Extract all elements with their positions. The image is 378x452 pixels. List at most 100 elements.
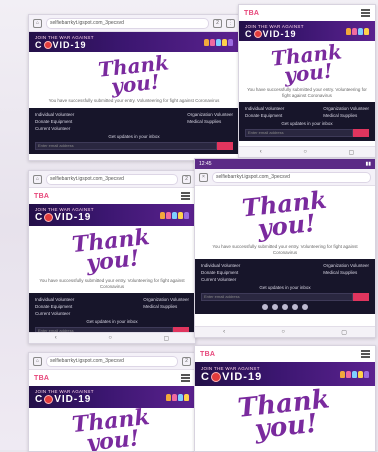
footer-link[interactable]: Individual Volunteer — [201, 263, 240, 268]
home-icon[interactable]: ⌂ — [33, 174, 42, 184]
browser-url-bar[interactable]: × selfiebarrkyt.igspot.com_3pecsvd — [195, 169, 375, 186]
crowd-illustration — [346, 27, 369, 35]
subscribe-label: Get updates in your inbox — [259, 284, 311, 290]
tabs-icon[interactable]: 2 — [213, 18, 222, 28]
virus-icon — [44, 213, 54, 222]
thank-you-area: Thank you! — [29, 224, 195, 278]
covid-banner: JOIN THE WAR AGAINST C VID-19 — [29, 204, 195, 226]
covid-banner: JOIN THE WAR AGAINST C VID-19 — [195, 362, 375, 386]
footer-link[interactable]: Individual Volunteer — [245, 106, 284, 111]
back-icon[interactable]: ‹ — [223, 329, 225, 335]
email-input[interactable]: Enter email address — [201, 292, 353, 301]
status-bar: 12:45 ▮▮ — [195, 159, 375, 169]
thank-you-heading: Thank you! — [96, 50, 170, 99]
footer-link[interactable]: Current Volunteer — [201, 277, 240, 282]
footer-link[interactable]: Current Volunteer — [35, 126, 74, 131]
home-icon[interactable]: ⌂ — [33, 18, 42, 28]
menu-icon[interactable]: ⋮ — [226, 18, 235, 28]
recent-apps-icon[interactable]: ▢ — [349, 149, 355, 156]
site-logo[interactable]: TBA — [34, 193, 49, 200]
covid-banner: JOIN THE WAR AGAINST C VID-19 — [29, 32, 239, 52]
email-input[interactable]: Enter email address — [245, 128, 353, 137]
tabs-icon[interactable]: 2 — [182, 174, 191, 184]
hamburger-menu-icon[interactable] — [181, 192, 190, 200]
site-header: TBA — [239, 5, 375, 21]
crowd-illustration — [204, 38, 233, 46]
virus-icon — [44, 395, 54, 404]
footer-link[interactable]: Medical Supplies — [143, 304, 189, 309]
subscribe-form: Enter email address — [245, 128, 369, 137]
url-field[interactable]: selfiebarrkyt.igspot.com_3pecsvd — [46, 173, 178, 185]
subscribe-label: Get updates in your inbox — [108, 133, 160, 139]
subscribe-button[interactable] — [353, 128, 369, 137]
recent-apps-icon[interactable]: ▢ — [164, 335, 170, 342]
footer-link[interactable]: Organization Volunteer — [143, 297, 189, 302]
screenshot-top-right: TBA JOIN THE WAR AGAINST C VID-19 Thank yo… — [238, 4, 376, 158]
subscribe-label: Get updates in your inbox — [86, 318, 138, 324]
crowd-illustration — [166, 393, 189, 401]
footer-link[interactable]: Donate Equipment — [35, 304, 74, 309]
footer-columns: Individual Volunteer Donate Equipment Cu… — [201, 263, 369, 282]
footer-link[interactable]: Donate Equipment — [201, 270, 240, 275]
confirmation-text: You have successfully submitted your ent… — [247, 87, 367, 98]
recent-apps-icon[interactable]: ▢ — [341, 329, 347, 336]
banner-text: JOIN THE WAR AGAINST C VID-19 — [245, 24, 304, 39]
site-logo[interactable]: TBA — [244, 10, 259, 17]
home-icon[interactable]: ○ — [281, 329, 285, 335]
back-icon[interactable]: ‹ — [55, 335, 57, 341]
browser-url-bar[interactable]: ⌂ selfiebarrkyt.igspot.com_3pecsvd 2 — [29, 353, 195, 370]
banner-title: C VID-19 — [201, 370, 263, 383]
site-header: TBA — [29, 188, 195, 204]
browser-url-bar[interactable]: ⌂ selfiebarrkyt.igspot.com_3pecsvd 2 ⋮ — [29, 15, 239, 32]
subscribe-button[interactable] — [217, 141, 233, 150]
virus-icon — [43, 40, 52, 49]
subscribe-form: Enter email address — [35, 141, 233, 150]
banner-text: JOIN THE WAR AGAINST C VID-19 — [201, 366, 262, 383]
mail-icon[interactable] — [302, 303, 308, 310]
footer-link[interactable]: Organization Volunteer — [323, 263, 369, 268]
footer-link[interactable]: Medical Supplies — [323, 270, 369, 275]
site-logo[interactable]: TBA — [34, 375, 49, 382]
footer-link[interactable]: Current Volunteer — [35, 311, 74, 316]
footer-link[interactable]: Organization Volunteer — [187, 112, 233, 117]
close-icon[interactable]: × — [199, 172, 208, 182]
tabs-icon[interactable]: 2 — [182, 356, 191, 366]
home-icon[interactable]: ○ — [303, 149, 307, 155]
subscribe-button[interactable] — [353, 292, 369, 301]
banner-title: C VID-19 — [35, 39, 87, 50]
url-field[interactable]: selfiebarrkyt.igspot.com_3pecsvd — [46, 17, 209, 29]
footer-columns: Individual Volunteer Donate Equipment Cu… — [35, 112, 233, 131]
covid-banner: JOIN THE WAR AGAINST C VID-19 — [29, 386, 195, 408]
youtube-icon[interactable] — [282, 303, 288, 310]
hamburger-menu-icon[interactable] — [181, 374, 190, 382]
virus-icon — [253, 29, 262, 38]
url-field[interactable]: selfiebarrkyt.igspot.com_3pecsvd — [212, 171, 371, 183]
back-icon[interactable]: ‹ — [260, 149, 262, 155]
url-field[interactable]: selfiebarrkyt.igspot.com_3pecsvd — [46, 355, 178, 367]
instagram-icon[interactable] — [292, 303, 298, 310]
android-nav-bar: ‹ ○ ▢ — [239, 146, 375, 157]
footer-link[interactable]: Individual Volunteer — [35, 112, 74, 117]
footer-link[interactable]: Medical Supplies — [323, 113, 369, 118]
footer-link[interactable]: Medical Supplies — [187, 119, 233, 124]
status-time: 12:45 — [199, 161, 212, 167]
twitter-icon[interactable] — [272, 303, 278, 310]
banner-text: JOIN THE WAR AGAINST C VID-19 — [35, 389, 94, 405]
confirmation-text: You have successfully submitted your ent… — [39, 278, 185, 289]
home-icon[interactable]: ○ — [108, 335, 112, 341]
screenshot-bottom-left: ⌂ selfiebarrkyt.igspot.com_3pecsvd 2 TBA… — [28, 352, 196, 452]
footer-link[interactable]: Donate Equipment — [35, 119, 74, 124]
hamburger-menu-icon[interactable] — [361, 9, 370, 17]
footer-link[interactable]: Organization Volunteer — [323, 106, 369, 111]
site-logo[interactable]: TBA — [200, 351, 215, 358]
browser-url-bar[interactable]: ⌂ selfiebarrkyt.igspot.com_3pecsvd 2 — [29, 171, 195, 188]
facebook-icon[interactable] — [262, 303, 268, 310]
battery-icon: ▮▮ — [365, 161, 371, 167]
thank-you-heading: Thank you! — [240, 185, 328, 243]
footer-link[interactable]: Individual Volunteer — [35, 297, 74, 302]
email-input[interactable]: Enter email address — [35, 141, 217, 150]
hamburger-menu-icon[interactable] — [361, 350, 370, 358]
home-icon[interactable]: ⌂ — [33, 356, 42, 366]
crowd-illustration — [160, 211, 189, 219]
footer-link[interactable]: Donate Equipment — [245, 113, 284, 118]
